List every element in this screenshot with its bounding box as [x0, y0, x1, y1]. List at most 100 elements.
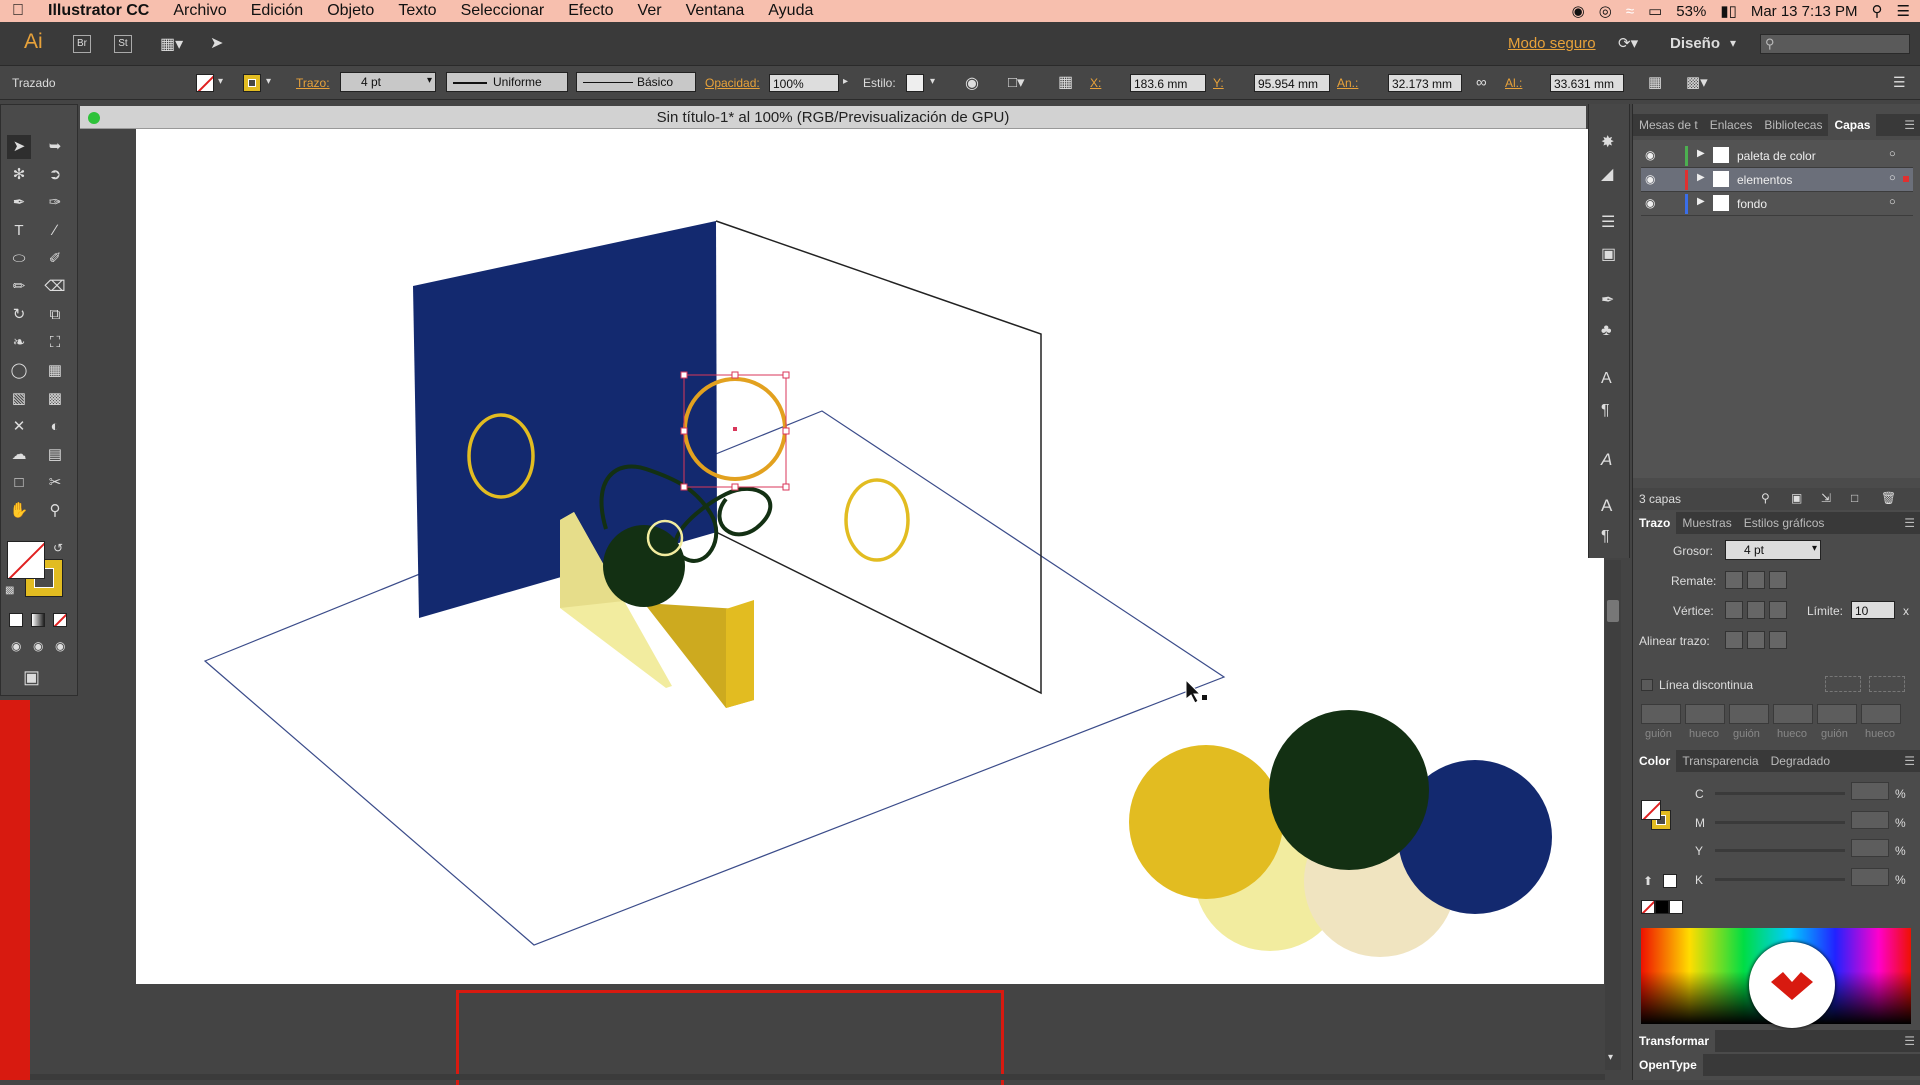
channel-k-field[interactable] [1851, 868, 1889, 886]
spotlight-icon[interactable]: ⚲ [1872, 2, 1883, 20]
character-icon[interactable]: A [1601, 496, 1612, 516]
zoom-tool[interactable]: ⚲ [43, 499, 67, 523]
tab-libraries[interactable]: Bibliotecas [1758, 118, 1828, 132]
white-swatch[interactable] [1669, 900, 1683, 914]
menu-efecto[interactable]: Efecto [556, 2, 625, 20]
gap-field[interactable] [1773, 704, 1813, 724]
tab-layers[interactable]: Capas [1828, 114, 1877, 136]
menu-objeto[interactable]: Objeto [315, 2, 386, 20]
target-circle-icon[interactable]: ○ [1889, 172, 1896, 184]
app-menu[interactable]: Illustrator CC [36, 2, 161, 20]
channel-c-slider[interactable] [1715, 792, 1845, 795]
pathfinder-icon[interactable]: ▣ [1601, 244, 1616, 264]
dashed-line-checkbox[interactable] [1641, 679, 1653, 691]
locate-object-icon[interactable]: ⚲ [1761, 491, 1770, 505]
color-panel-fill-box[interactable] [1641, 800, 1661, 820]
gradient-mode-button[interactable] [31, 613, 45, 627]
chevron-down-icon[interactable]: ▾ [218, 76, 223, 87]
expand-arrow-icon[interactable]: ▶ [1697, 196, 1705, 207]
pencil-tool[interactable]: ✏ [7, 275, 31, 299]
glyphs-icon[interactable]: A [1601, 450, 1612, 470]
butt-cap-button[interactable] [1725, 571, 1743, 589]
cc-icon[interactable]: ◎ [1599, 2, 1612, 20]
eyedropper-tool[interactable]: ✕ [7, 415, 31, 439]
layer-name[interactable]: elementos [1737, 173, 1792, 187]
y-field[interactable]: 95.954 mm [1254, 74, 1330, 92]
horizontal-scrollbar[interactable] [30, 1074, 1605, 1080]
layer-row[interactable]: ◉ ▶ paleta de color ○ [1641, 144, 1913, 168]
direct-selection-tool[interactable]: ➥ [43, 135, 67, 159]
align-selection-icon[interactable]: □▾ [1008, 73, 1025, 91]
gradient-tool[interactable]: ▩ [43, 387, 67, 411]
channel-y-slider[interactable] [1715, 849, 1845, 852]
wifi-icon[interactable]: ≈ [1626, 3, 1634, 20]
limit-field[interactable]: 10 [1851, 601, 1895, 619]
out-of-gamut-icon[interactable]: ⬆ [1643, 874, 1653, 888]
channel-m-slider[interactable] [1715, 821, 1845, 824]
gpu-rocket-icon[interactable]: ➤ [210, 33, 223, 53]
new-layer-icon[interactable]: □ [1851, 491, 1858, 505]
stroke-weight-dropdown[interactable]: 4 pt ▾ [1725, 540, 1821, 560]
channel-y-field[interactable] [1851, 839, 1889, 857]
selection-tool[interactable]: ➤ [7, 135, 31, 159]
dash-align-icon[interactable] [1825, 676, 1861, 692]
none-swatch[interactable] [1641, 900, 1655, 914]
channel-m-field[interactable] [1851, 811, 1889, 829]
panel-menu-icon[interactable]: ☰ [1898, 516, 1920, 530]
transform-panel-header[interactable]: Transformar ☰ [1633, 1030, 1920, 1052]
type-tool[interactable]: T [7, 219, 31, 243]
channel-c-field[interactable] [1851, 782, 1889, 800]
draw-normal-icon[interactable]: ◉ [11, 639, 21, 653]
artboard[interactable] [136, 129, 1604, 984]
line-segment-tool[interactable]: ∕ [43, 219, 67, 243]
layer-name[interactable]: fondo [1737, 197, 1767, 211]
record-icon[interactable]: ◉ [1572, 2, 1585, 20]
constrain-proportions-icon[interactable]: ∞ [1476, 74, 1487, 91]
menu-ventana[interactable]: Ventana [674, 2, 757, 20]
chevron-down-icon[interactable]: ▾ [427, 75, 432, 86]
tab-color[interactable]: Color [1633, 750, 1677, 772]
paragraph-styles-icon[interactable]: ¶ [1601, 402, 1610, 420]
layer-row-selected[interactable]: ◉ ▶ elementos ○ [1641, 168, 1913, 192]
menubar-clock[interactable]: Mar 13 7:13 PM [1751, 3, 1858, 20]
brush-definition[interactable]: Básico [576, 72, 696, 92]
new-sublayer-icon[interactable]: ⇲ [1821, 491, 1831, 505]
align-center-button[interactable] [1725, 631, 1743, 649]
delete-layer-icon[interactable]: 🗑 [1881, 491, 1896, 505]
perspective-grid-tool[interactable]: ▦ [43, 359, 67, 383]
menu-ayuda[interactable]: Ayuda [756, 2, 825, 20]
clipping-mask-icon[interactable]: ▣ [1791, 491, 1802, 505]
target-circle-icon[interactable]: ○ [1889, 148, 1896, 160]
lasso-tool[interactable]: ➲ [43, 163, 67, 187]
visibility-eye-icon[interactable]: ◉ [1645, 148, 1655, 162]
dash-corner-icon[interactable] [1869, 676, 1905, 692]
tab-graphic-styles[interactable]: Estilos gráficos [1738, 516, 1831, 530]
graph-tool[interactable]: ▤ [43, 443, 67, 467]
vertical-scrollbar[interactable]: ▾ [1605, 560, 1621, 1070]
x-label[interactable]: X: [1090, 76, 1101, 90]
align-outside-button[interactable] [1769, 631, 1787, 649]
opacity-label[interactable]: Opacidad: [705, 76, 760, 90]
height-field[interactable]: 33.631 mm [1550, 74, 1624, 92]
chevron-down-icon[interactable]: ▾ [266, 76, 271, 87]
ellipse-tool[interactable]: ⬭ [7, 247, 31, 271]
stroke-label[interactable]: Trazo: [296, 76, 330, 90]
symbol-sprayer-tool[interactable]: ☁ [7, 443, 31, 467]
layer-name[interactable]: paleta de color [1737, 149, 1816, 163]
rotate-tool[interactable]: ↻ [7, 303, 31, 327]
menu-seleccionar[interactable]: Seleccionar [449, 2, 557, 20]
round-cap-button[interactable] [1747, 571, 1765, 589]
menu-archivo[interactable]: Archivo [161, 2, 238, 20]
panel-menu-icon[interactable]: ☰ [1893, 74, 1906, 91]
miter-join-button[interactable] [1725, 601, 1743, 619]
display-icon[interactable]: ▭ [1648, 2, 1662, 20]
layer-row[interactable]: ◉ ▶ fondo ○ [1641, 192, 1913, 216]
black-swatch[interactable] [1655, 900, 1669, 914]
width-field[interactable]: 32.173 mm [1388, 74, 1462, 92]
shape-builder-tool[interactable]: ◯ [7, 359, 31, 383]
hand-tool[interactable]: ✋ [7, 499, 31, 523]
workspace-switcher[interactable]: Diseño [1670, 35, 1720, 52]
panel-menu-icon[interactable]: ☰ [1898, 754, 1920, 768]
draw-behind-icon[interactable]: ◉ [33, 639, 43, 653]
tab-stroke[interactable]: Trazo [1633, 512, 1677, 534]
